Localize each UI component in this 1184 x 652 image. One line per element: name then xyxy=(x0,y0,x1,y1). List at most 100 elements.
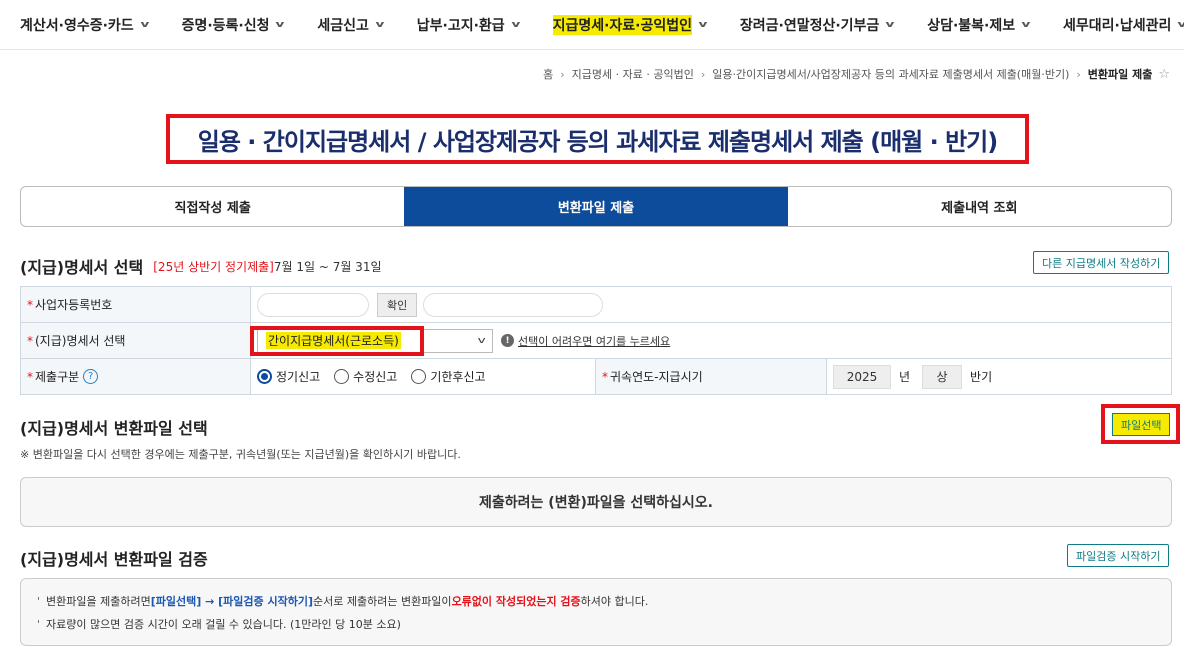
nav-label: 세무대리·납세관리 xyxy=(1062,17,1172,34)
nav-item-certificate[interactable]: 증명·등록·신청 v xyxy=(181,15,285,35)
nav-item-agent[interactable]: 세무대리·납세관리 v xyxy=(1063,15,1184,35)
highlight-box xyxy=(250,326,424,356)
tab-bar: 직접작성 제출 변환파일 제출 제출내역 조회 xyxy=(20,186,1172,227)
year-unit: 년 xyxy=(899,370,911,384)
nav-label: 장려금·연말정산·기부금 xyxy=(739,17,880,34)
radio-amend[interactable]: 수정신고 xyxy=(334,368,397,385)
other-statement-button[interactable]: 다른 지급명세서 작성하기 xyxy=(1033,251,1170,274)
tab-file-submit[interactable]: 변환파일 제출 xyxy=(404,187,788,226)
period-info: [25년 상반기 정기제출]7월 1일 ~ 7월 31일 xyxy=(153,258,381,275)
breadcrumb-level1[interactable]: 지급명세 · 자료 · 공익법인 xyxy=(572,66,694,82)
guide-text: 변환파일을 제출하려면 xyxy=(46,595,151,608)
star-icon[interactable]: ☆ xyxy=(1158,67,1170,82)
bullet-icon: ' xyxy=(37,617,41,631)
top-nav: 계산서·영수증·카드 v 증명·등록·신청 v 세금신고 v 납부·고지·환급 v 지급… xyxy=(0,0,1184,50)
section-file-heading: (지급)명세서 변환파일 선택 xyxy=(20,415,208,439)
help-icon[interactable]: ? xyxy=(83,369,99,384)
nav-label: 세금신고 xyxy=(317,17,369,34)
info-icon: ! xyxy=(501,334,514,347)
radio-icon xyxy=(411,369,427,384)
period-dates: 7월 1일 ~ 7월 31일 xyxy=(273,259,382,274)
required-icon: * xyxy=(27,297,33,312)
nav-label: 지급명세·자료·공익법인 xyxy=(552,14,692,35)
verify-start-button[interactable]: 파일검증 시작하기 xyxy=(1067,544,1170,567)
form-row-biz-no: * 사업자등록번호 확인 xyxy=(20,287,1172,323)
field-label: * 귀속연도-지급시기 xyxy=(596,359,827,394)
breadcrumb-home[interactable]: 홈 xyxy=(543,66,553,82)
chevron-down-icon: v xyxy=(698,19,708,30)
field-label: * 사업자등록번호 xyxy=(20,287,251,322)
nav-label: 상담·불복·제보 xyxy=(927,17,1016,34)
file-drop-area[interactable]: 제출하려는 (변환)파일을 선택하십시오. xyxy=(20,477,1172,527)
nav-label: 납부·고지·환급 xyxy=(416,17,505,34)
guide-line: ' 변환파일을 제출하려면 [파일선택] → [파일검증 시작하기] 순서로 제출… xyxy=(37,593,1171,609)
half-unit: 반기 xyxy=(970,370,993,384)
nav-item-statement[interactable]: 지급명세·자료·공익법인 v xyxy=(552,14,708,35)
chevron-right-icon: › xyxy=(700,67,706,81)
radio-label: 기한후신고 xyxy=(430,370,486,384)
help-info: ! 선택이 어려우면 여기를 누르세요 xyxy=(501,333,670,349)
submit-type-label: 제출구분 xyxy=(35,370,80,384)
confirm-button[interactable]: 확인 xyxy=(377,292,418,317)
tab-direct-entry[interactable]: 직접작성 제출 xyxy=(21,187,404,226)
nav-item-tax-report[interactable]: 세금신고 v xyxy=(317,15,385,35)
year-label: 귀속연도-지급시기 xyxy=(610,370,703,384)
biz-no-label: 사업자등록번호 xyxy=(35,298,113,312)
field-label: * 제출구분? xyxy=(20,359,251,394)
year-field: 2025 xyxy=(833,364,891,389)
nav-item-consult[interactable]: 상담·불복·제보 v xyxy=(927,15,1031,35)
radio-label: 정기신고 xyxy=(276,370,321,384)
field-cell: 정기신고 수정신고 기한후신고 xyxy=(251,359,596,394)
file-note: ※ 변환파일을 다시 선택한 경우에는 제출구분, 귀속년월(또는 지급년월)을… xyxy=(20,448,461,461)
form-row-submit-type: * 제출구분? 정기신고 수정신고 기한후신고 * 귀속연도-지급시기 2025 년… xyxy=(20,359,1172,395)
nav-item-payment[interactable]: 납부·고지·환급 v xyxy=(416,15,520,35)
verify-guide: ' 변환파일을 제출하려면 [파일선택] → [파일검증 시작하기] 순서로 제출… xyxy=(20,578,1172,646)
required-icon: * xyxy=(602,369,608,384)
chevron-down-icon: v xyxy=(885,19,895,30)
highlight-box xyxy=(1101,404,1180,444)
chevron-down-icon: v xyxy=(375,19,385,30)
radio-label: 수정신고 xyxy=(353,370,398,384)
bullet-icon: ' xyxy=(37,594,41,608)
nav-label: 증명·등록·신청 xyxy=(181,17,270,34)
section-select-heading: (지급)명세서 선택 [25년 상반기 정기제출]7월 1일 ~ 7월 31일 xyxy=(20,254,382,278)
field-label: * (지급)명세서 선택 xyxy=(20,323,251,358)
nav-item-invoice[interactable]: 계산서·영수증·카드 v xyxy=(20,15,150,35)
guide-text: 순서로 제출하려는 변환파일이 xyxy=(313,595,452,608)
section-title: (지급)명세서 선택 xyxy=(20,258,144,277)
guide-line: ' 자료량이 많으면 검증 시간이 오래 걸릴 수 있습니다. (1만라인 당 1… xyxy=(37,616,1171,632)
radio-late[interactable]: 기한후신고 xyxy=(411,368,486,385)
guide-text: 자료량이 많으면 검증 시간이 오래 걸릴 수 있습니다. (1만라인 당 10… xyxy=(46,618,401,631)
radio-checked-icon xyxy=(257,369,272,384)
tab-history[interactable]: 제출내역 조회 xyxy=(788,187,1171,226)
field-cell: 2025 년 상 반기 xyxy=(827,359,1172,394)
required-icon: * xyxy=(27,369,33,384)
statement-form: * 사업자등록번호 확인 * (지급)명세서 선택 간이지급명세서(근로소득) v !… xyxy=(20,286,1172,395)
help-link[interactable]: 선택이 어려우면 여기를 누르세요 xyxy=(518,333,670,349)
section-title: (지급)명세서 변환파일 선택 xyxy=(20,419,208,438)
radio-regular[interactable]: 정기신고 xyxy=(257,368,320,385)
page-title-box: 일용 · 간이지급명세서 / 사업장제공자 등의 과세자료 제출명세서 제출 (… xyxy=(166,114,1029,164)
chevron-right-icon: › xyxy=(560,67,565,81)
chevron-down-icon: v xyxy=(477,335,486,346)
required-icon: * xyxy=(27,333,33,348)
chevron-down-icon: v xyxy=(1178,20,1184,30)
breadcrumb: 홈 › 지급명세 · 자료 · 공익법인 › 일용·간이지급명세서/사업장제공자… xyxy=(543,66,1170,82)
chevron-down-icon: v xyxy=(1021,19,1031,30)
half-field: 상 xyxy=(922,364,963,389)
section-title: (지급)명세서 변환파일 검증 xyxy=(20,550,208,569)
nav-label: 계산서·영수증·카드 xyxy=(20,17,134,34)
guide-text: 하셔야 합니다. xyxy=(580,595,649,608)
page-title: 일용 · 간이지급명세서 / 사업장제공자 등의 과세자료 제출명세서 제출 (… xyxy=(197,127,998,156)
breadcrumb-current: 변환파일 제출 xyxy=(1087,68,1153,81)
nav-item-incentive[interactable]: 장려금·연말정산·기부금 v xyxy=(739,15,895,35)
chevron-down-icon: v xyxy=(140,19,150,30)
breadcrumb-level2[interactable]: 일용·간이지급명세서/사업장제공자 등의 과세자료 제출명세서 제출(매월·반기… xyxy=(712,66,1069,82)
biz-no-input[interactable] xyxy=(257,292,369,317)
statement-label: (지급)명세서 선택 xyxy=(35,334,126,348)
radio-icon xyxy=(334,369,350,384)
biz-name-field xyxy=(423,292,604,317)
chevron-right-icon: › xyxy=(1076,67,1081,81)
field-cell: 확인 xyxy=(251,287,1172,322)
section-verify-heading: (지급)명세서 변환파일 검증 xyxy=(20,546,208,570)
